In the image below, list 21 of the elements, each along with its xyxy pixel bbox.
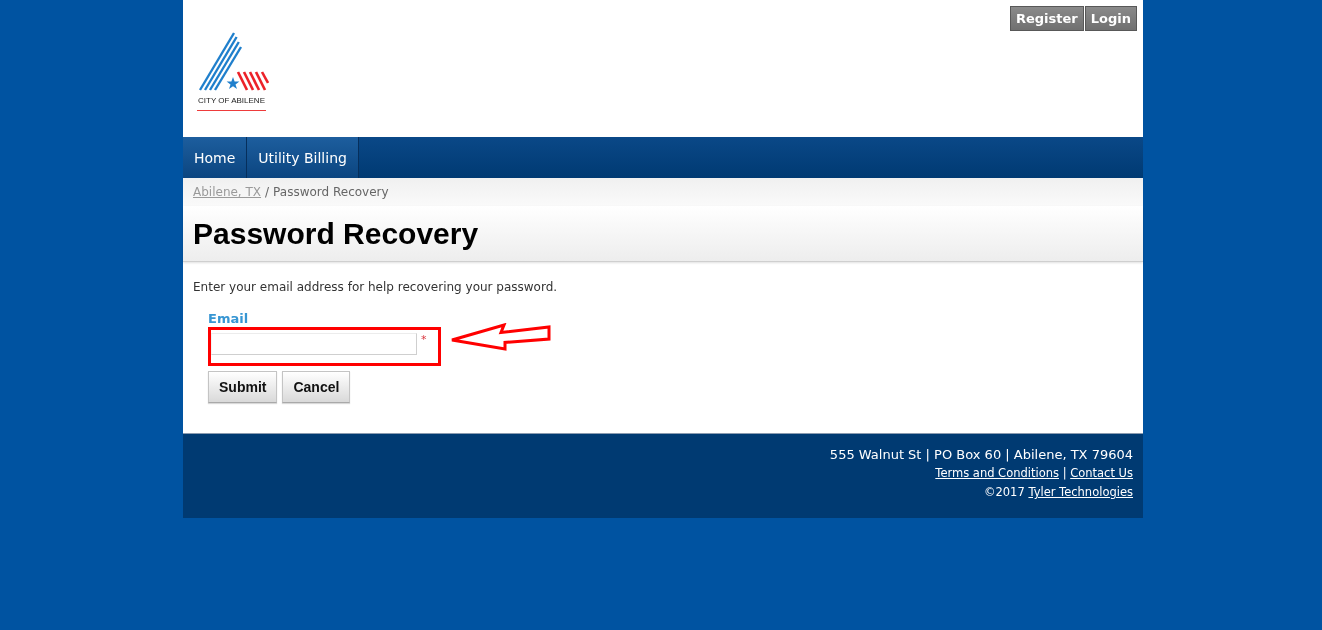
form-button[interactable]: Submit: [208, 371, 278, 403]
company-link[interactable]: Tyler Technologies: [1028, 485, 1133, 499]
copyright-text: ©2017: [984, 485, 1025, 499]
form-button[interactable]: Cancel: [282, 371, 351, 403]
nav-tab[interactable]: Home: [183, 137, 248, 178]
footer-address: 555 Walnut St | PO Box 60 | Abilene, TX 79604: [829, 447, 1133, 462]
instruction-text: Enter your email address for help recovering your password.: [193, 279, 559, 295]
email-input[interactable]: [211, 333, 417, 355]
account-button[interactable]: Register: [1010, 6, 1084, 31]
breadcrumb-current: Password Recovery: [273, 185, 389, 199]
required-mark: *: [421, 334, 427, 346]
breadcrumb-separator: /: [265, 185, 270, 199]
logo-text: CITY OF ABILENE: [197, 96, 266, 111]
footer-link[interactable]: Terms and Conditions: [935, 466, 1059, 480]
account-button[interactable]: Login: [1084, 6, 1137, 31]
page-title: Password Recovery: [193, 216, 479, 251]
field-label: Email: [208, 312, 249, 325]
city-logo-icon: [197, 31, 269, 91]
footer-link[interactable]: Contact Us: [1070, 466, 1133, 480]
nav-tab[interactable]: Utility Billing: [247, 137, 359, 178]
footer-separator: |: [1062, 466, 1067, 480]
